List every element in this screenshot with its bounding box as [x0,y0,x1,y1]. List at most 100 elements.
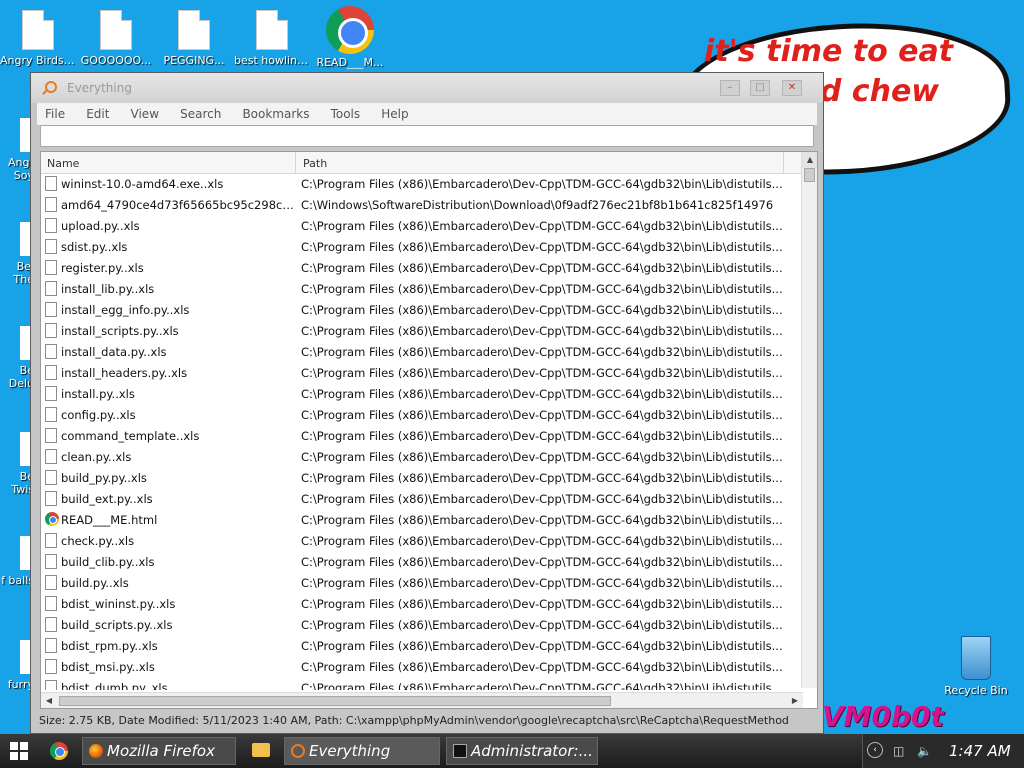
menu-tools[interactable]: Tools [323,104,369,124]
file-icon [45,281,57,296]
list-item[interactable]: upload.py..xls C:\Program Files (x86)\Emb… [41,216,801,237]
desktop-icon-pegging[interactable]: PEGGING... [156,10,232,67]
file-icon [45,617,57,632]
file-icon [45,344,57,359]
file-name: build.py..xls [61,576,129,590]
file-icon [45,491,57,506]
list-item[interactable]: bdist_rpm.py..xls C:\Program Files (x86)\… [41,636,801,657]
watermark-text: VM0b0t [822,700,944,733]
firefox-icon [89,744,103,758]
list-item[interactable]: command_template..xls C:\Program Files (x… [41,426,801,447]
menu-view[interactable]: View [123,104,167,124]
list-item[interactable]: build_py.py..xls C:\Program Files (x86)\E… [41,468,801,489]
clock[interactable]: 1:47 AM [949,742,1011,760]
menu-edit[interactable]: Edit [78,104,117,124]
recycle-bin-icon [961,636,991,680]
desktop-icon-left-2[interactable]: Bej The [0,222,34,286]
scrollbar-thumb[interactable] [804,168,815,182]
scrollbar-thumb[interactable] [59,696,611,706]
cmd-icon [453,744,467,758]
file-icon [45,470,57,485]
list-item[interactable]: install_lib.py..xls C:\Program Files (x86… [41,279,801,300]
file-icon [45,365,57,380]
file-path: C:\Program Files (x86)\Embarcadero\Dev-C… [301,555,783,569]
title-bar[interactable]: Everything – □ ✕ [31,73,823,103]
start-button[interactable] [10,742,28,760]
file-icon [45,386,57,401]
list-item[interactable]: sdist.py..xls C:\Program Files (x86)\Emba… [41,237,801,258]
list-item[interactable]: amd64_4790ce4d73f65665bc95c298c2e... C:\W… [41,195,801,216]
file-name: install.py..xls [61,387,135,401]
list-item[interactable]: bdist_dumb.py..xls C:\Program Files (x86)… [41,678,801,690]
recycle-bin[interactable]: Recycle Bin [936,636,1016,697]
results-list: Name Path wininst-10.0-amd64.exe..xls C:\… [40,151,818,709]
menu-help[interactable]: Help [373,104,416,124]
file-path: C:\Program Files (x86)\Embarcadero\Dev-C… [301,282,783,296]
taskbar-cmd[interactable]: Administrator:... [446,737,598,765]
maximize-button[interactable]: □ [750,80,770,96]
scroll-up-arrow-icon[interactable]: ▲ [802,152,817,168]
minimize-button[interactable]: – [720,80,740,96]
list-item[interactable]: install.py..xls C:\Program Files (x86)\Em… [41,384,801,405]
list-item[interactable]: install_egg_info.py..xls C:\Program Files… [41,300,801,321]
file-name: register.py..xls [61,261,144,275]
taskbar-firefox[interactable]: Mozilla Firefox [82,737,236,765]
column-divider[interactable] [295,152,296,174]
chrome-icon[interactable] [50,742,68,760]
file-name: build_clib.py..xls [61,555,155,569]
folder-icon[interactable] [252,743,270,757]
list-item[interactable]: READ___ME.html C:\Program Files (x86)\Emb… [41,510,801,531]
list-item[interactable]: install_scripts.py..xls C:\Program Files … [41,321,801,342]
recycle-bin-label: Recycle Bin [944,684,1008,697]
desktop-icon-gooo[interactable]: GOOOOOO... [78,10,154,67]
file-path: C:\Program Files (x86)\Embarcadero\Dev-C… [301,639,783,653]
file-icon [45,449,57,464]
scroll-right-arrow-icon[interactable]: ▶ [787,693,803,708]
list-item[interactable]: install_headers.py..xls C:\Program Files … [41,363,801,384]
list-item[interactable]: register.py..xls C:\Program Files (x86)\E… [41,258,801,279]
menu-file[interactable]: File [37,104,73,124]
list-item[interactable]: bdist_msi.py..xls C:\Program Files (x86)\… [41,657,801,678]
file-name: bdist_dumb.py..xls [61,681,168,690]
desktop-icon-left-4[interactable]: Be Twis [0,432,34,496]
list-item[interactable]: wininst-10.0-amd64.exe..xls C:\Program Fi… [41,174,801,195]
list-item[interactable]: install_data.py..xls C:\Program Files (x8… [41,342,801,363]
task-label: Administrator:... [471,742,593,760]
volume-icon[interactable]: 🔈 [917,744,932,758]
list-item[interactable]: config.py..xls C:\Program Files (x86)\Emb… [41,405,801,426]
desktop-icon-left-1[interactable]: Angr Soy [0,118,34,182]
desktop-icon-left-3[interactable]: Be Delu [0,326,34,390]
file-name: bdist_msi.py..xls [61,660,155,674]
taskbar-everything[interactable]: Everything [284,737,440,765]
menu-search[interactable]: Search [172,104,229,124]
file-path: C:\Program Files (x86)\Embarcadero\Dev-C… [301,681,783,690]
search-input[interactable] [40,125,814,147]
file-name: build_ext.py..xls [61,492,153,506]
network-icon[interactable]: ◫ [893,744,904,758]
show-hidden-icons-icon[interactable]: ‹ [867,742,883,758]
desktop-icon-angry-birds[interactable]: Angry Birds Soy... [0,10,76,67]
desktop-icon-left-6[interactable]: furry [0,640,34,691]
menu-bookmarks[interactable]: Bookmarks [234,104,317,124]
column-header-path[interactable]: Path [303,157,327,170]
column-header-name[interactable]: Name [47,157,79,170]
horizontal-scrollbar[interactable]: ◀ ▶ [41,692,803,708]
scroll-left-arrow-icon[interactable]: ◀ [41,693,57,708]
column-divider[interactable] [783,152,784,174]
list-item[interactable]: build_scripts.py..xls C:\Program Files (x… [41,615,801,636]
close-button[interactable]: ✕ [782,80,802,96]
file-name: bdist_rpm.py..xls [61,639,158,653]
desktop-icon-label: Angry Birds Soy... [0,54,76,67]
desktop-icon-left-5[interactable]: f balls [0,536,34,587]
list-item[interactable]: bdist_wininst.py..xls C:\Program Files (x… [41,594,801,615]
desktop-icon-readme[interactable]: READ___M... [312,6,388,69]
vertical-scrollbar[interactable]: ▲ [801,152,817,688]
list-item[interactable]: build.py..xls C:\Program Files (x86)\Emba… [41,573,801,594]
list-item[interactable]: build_clib.py..xls C:\Program Files (x86)… [41,552,801,573]
list-item[interactable]: build_ext.py..xls C:\Program Files (x86)\… [41,489,801,510]
desktop-icon-best-howling[interactable]: best howling... [234,10,310,67]
file-path: C:\Program Files (x86)\Embarcadero\Dev-C… [301,303,783,317]
file-icon [45,428,57,443]
list-item[interactable]: check.py..xls C:\Program Files (x86)\Emba… [41,531,801,552]
list-item[interactable]: clean.py..xls C:\Program Files (x86)\Emba… [41,447,801,468]
